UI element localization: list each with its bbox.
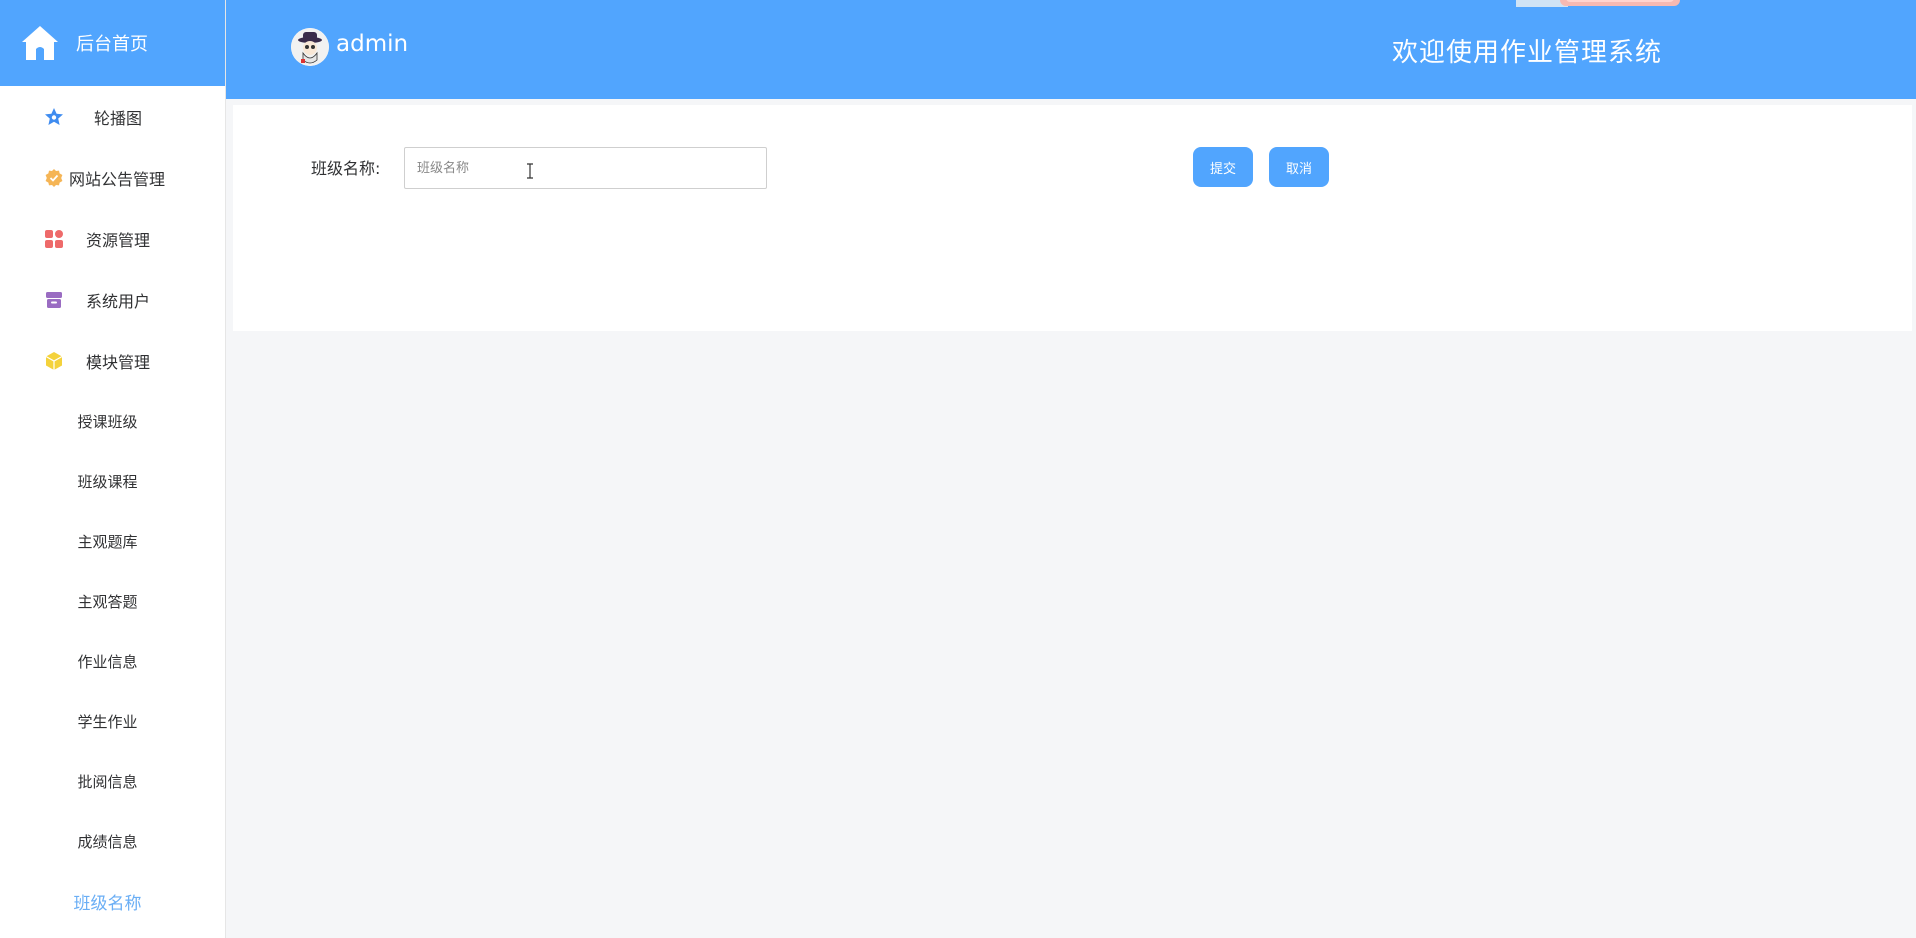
sidebar-item-label: 资源管理 [85,230,150,250]
submenu-item-review-info[interactable]: 批阅信息 [0,751,225,811]
modules-submenu: 授课班级 班级课程 主观题库 主观答题 作业信息 学生作业 批阅信息 成绩信息 … [0,391,225,931]
sidebar: 后台首页 轮播图 网站公告管理 资源管理 系统用户 模块管理 授课班级 班级课程… [0,0,226,938]
submenu-item-student-homework[interactable]: 学生作业 [0,691,225,751]
user-avatar-icon [291,28,329,66]
submit-button[interactable]: 提交 [1193,147,1253,187]
welcome-title: 欢迎使用作业管理系统 [1392,38,1663,68]
sidebar-item-label: 轮播图 [93,108,142,128]
sidebar-item-announcements[interactable]: 网站公告管理 [0,147,225,208]
username: admin [336,31,409,57]
sidebar-home-link[interactable]: 后台首页 [0,0,225,86]
cancel-button[interactable]: 取消 [1269,147,1329,187]
avatar[interactable] [291,28,329,66]
decorative-banner [1516,0,1680,7]
sidebar-item-label: 模块管理 [85,352,150,372]
sidebar-item-carousel[interactable]: 轮播图 [0,86,225,147]
sidebar-item-label: 系统用户 [85,291,150,311]
sidebar-menu: 轮播图 网站公告管理 资源管理 系统用户 模块管理 [0,86,225,391]
sidebar-home-label: 后台首页 [76,34,148,55]
class-name-label: 班级名称: [311,159,381,178]
submenu-item-class-name[interactable]: 班级名称 [0,871,225,931]
class-name-input[interactable] [404,147,767,189]
submenu-item-subjective-bank[interactable]: 主观题库 [0,511,225,571]
form-card: 班级名称: 提交 取消 [233,105,1912,331]
submenu-item-class-courses[interactable]: 班级课程 [0,451,225,511]
sidebar-item-label: 网站公告管理 [68,169,165,189]
text-cursor-icon [527,163,533,179]
home-icon [22,26,58,60]
submenu-item-subjective-answers[interactable]: 主观答题 [0,571,225,631]
sidebar-item-system-users[interactable]: 系统用户 [0,269,225,330]
submenu-item-grade-info[interactable]: 成绩信息 [0,811,225,871]
top-bar: admin 欢迎使用作业管理系统 [226,0,1916,99]
sidebar-item-resources[interactable]: 资源管理 [0,208,225,269]
submenu-item-homework-info[interactable]: 作业信息 [0,631,225,691]
submenu-item-teaching-classes[interactable]: 授课班级 [0,391,225,451]
sidebar-item-modules[interactable]: 模块管理 [0,330,225,391]
